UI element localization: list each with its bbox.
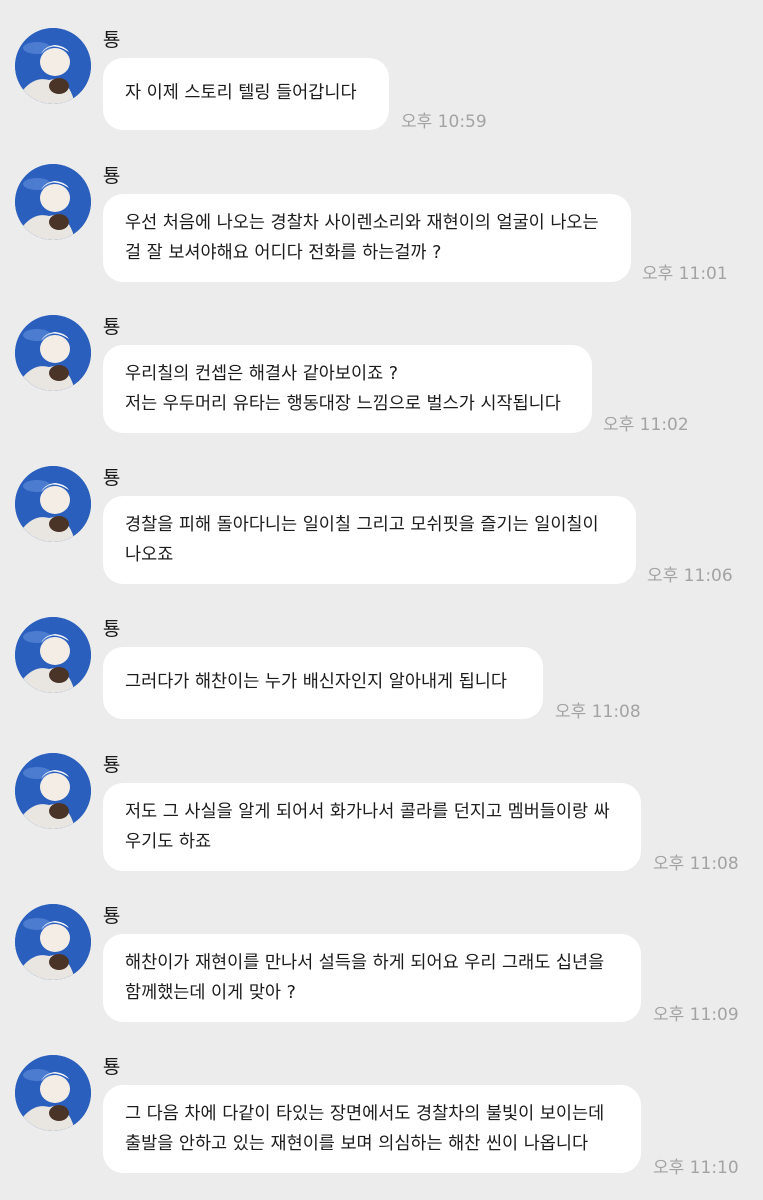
avatar[interactable]	[15, 164, 91, 240]
avatar-photo	[15, 466, 91, 542]
avatar[interactable]	[15, 1055, 91, 1131]
message-text: 경찰을 피해 돌아다니는 일이칠 그리고 모쉬핏을 즐기는 일이칠이	[125, 515, 599, 535]
message-bubble[interactable]: 우리칠의 컨셉은 해결사 같아보이죠 ? 저는 우두머리 유타는 행동대장 느낌…	[103, 345, 592, 433]
sender-name: 툥	[103, 316, 121, 338]
message-text: 저도 그 사실을 알게 되어서 화가나서 콜라를 던지고 멤버들이랑 싸	[125, 802, 610, 822]
sender-name: 툥	[103, 29, 121, 51]
message-timestamp: 오후 11:10	[653, 1158, 739, 1178]
message-text: 그 다음 차에 다같이 타있는 장면에서도 경찰차의 불빛이 보이는데	[125, 1104, 605, 1124]
message-text: 함께했는데 이게 맞아 ?	[125, 983, 296, 1003]
message-timestamp: 오후 10:59	[401, 112, 487, 132]
avatar[interactable]	[15, 466, 91, 542]
message-bubble[interactable]: 그러다가 해찬이는 누가 배신자인지 알아내게 됩니다	[103, 647, 543, 719]
message-text: 우리칠의 컨셉은 해결사 같아보이죠 ?	[125, 364, 399, 384]
message-bubble[interactable]: 해찬이가 재현이를 만나서 설득을 하게 되어요 우리 그래도 십년을 함께했는…	[103, 934, 641, 1022]
avatar[interactable]	[15, 315, 91, 391]
avatar[interactable]	[15, 753, 91, 829]
sender-name: 툥	[103, 1056, 121, 1078]
message-text: 그러다가 해찬이는 누가 배신자인지 알아내게 됩니다	[125, 672, 508, 692]
message-bubble[interactable]: 우선 처음에 나오는 경찰차 사이렌소리와 재현이의 얼굴이 나오는 걸 잘 보…	[103, 194, 631, 282]
message-timestamp: 오후 11:06	[647, 566, 733, 586]
avatar-photo	[15, 753, 91, 829]
message-bubble[interactable]: 그 다음 차에 다같이 타있는 장면에서도 경찰차의 불빛이 보이는데 출발을 …	[103, 1085, 641, 1173]
avatar-photo	[15, 315, 91, 391]
message-timestamp: 오후 11:02	[603, 415, 689, 435]
avatar-photo	[15, 617, 91, 693]
avatar-photo	[15, 904, 91, 980]
sender-name: 툥	[103, 165, 121, 187]
avatar-photo	[15, 1055, 91, 1131]
message-timestamp: 오후 11:08	[555, 702, 641, 722]
message-bubble[interactable]: 경찰을 피해 돌아다니는 일이칠 그리고 모쉬핏을 즐기는 일이칠이 나오죠	[103, 496, 636, 584]
message-text: 저는 우두머리 유타는 행동대장 느낌으로 벌스가 시작됩니다	[125, 394, 561, 414]
sender-name: 툥	[103, 754, 121, 776]
message-text: 출발을 안하고 있는 재현이를 보며 의심하는 해찬 씬이 나옵니다	[125, 1134, 589, 1154]
avatar-photo	[15, 28, 91, 104]
message-text: 해찬이가 재현이를 만나서 설득을 하게 되어요 우리 그래도 십년을	[125, 953, 605, 973]
message-timestamp: 오후 11:09	[653, 1005, 739, 1025]
message-timestamp: 오후 11:01	[642, 264, 728, 284]
avatar[interactable]	[15, 28, 91, 104]
avatar[interactable]	[15, 617, 91, 693]
sender-name: 툥	[103, 618, 121, 640]
avatar-photo	[15, 164, 91, 240]
message-text: 우선 처음에 나오는 경찰차 사이렌소리와 재현이의 얼굴이 나오는	[125, 213, 599, 233]
message-text: 걸 잘 보셔야해요 어디다 전화를 하는걸까 ?	[125, 243, 442, 263]
message-timestamp: 오후 11:08	[653, 854, 739, 874]
message-bubble[interactable]: 저도 그 사실을 알게 되어서 화가나서 콜라를 던지고 멤버들이랑 싸 우기도…	[103, 783, 641, 871]
message-text: 나오죠	[125, 545, 174, 565]
sender-name: 툥	[103, 905, 121, 927]
message-bubble[interactable]: 자 이제 스토리 텔링 들어갑니다	[103, 58, 389, 130]
sender-name: 툥	[103, 467, 121, 489]
message-text: 자 이제 스토리 텔링 들어갑니다	[125, 83, 357, 103]
avatar[interactable]	[15, 904, 91, 980]
message-text: 우기도 하죠	[125, 832, 212, 852]
